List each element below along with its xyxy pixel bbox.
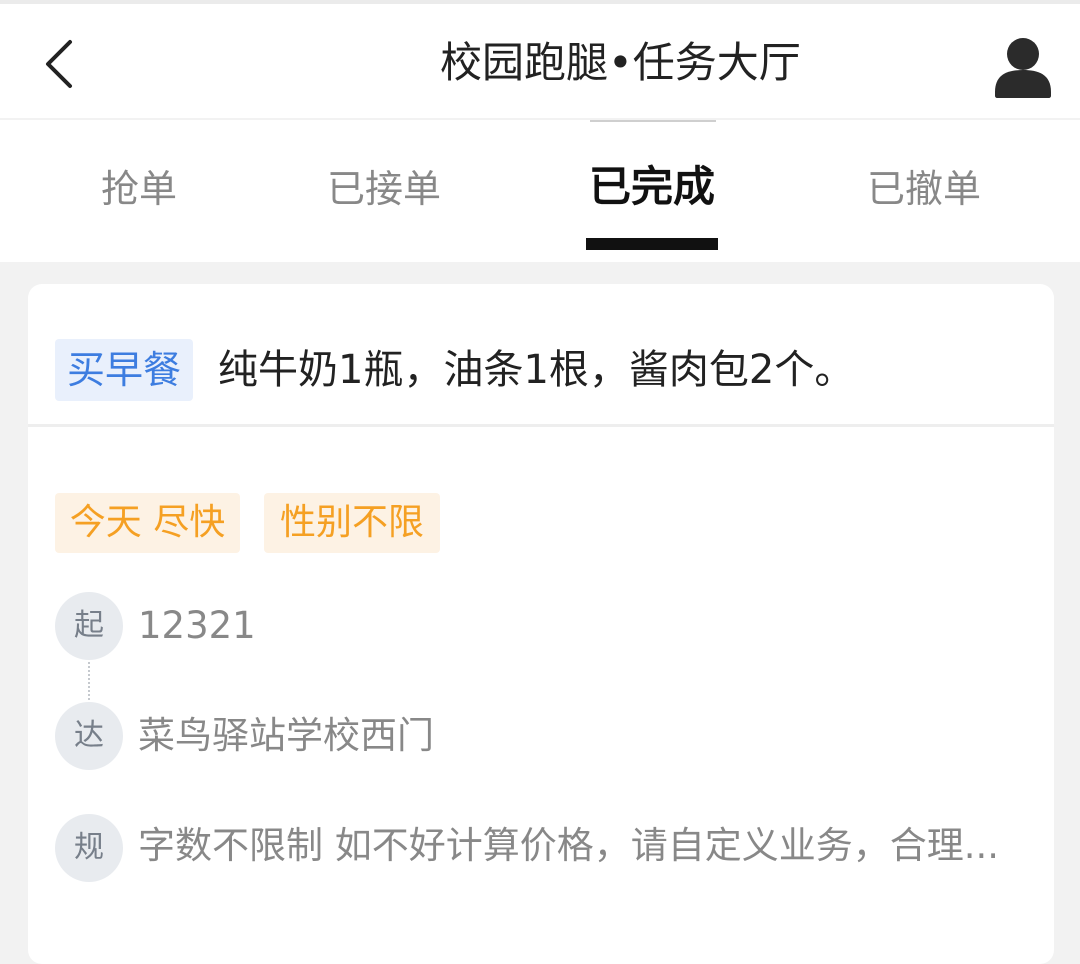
app-header: 校园跑腿•任务大厅 [0,4,1080,118]
tab-label: 已完成 [588,162,715,211]
user-avatar-icon [995,38,1051,98]
destination-location: 菜鸟驿站学校西门 [138,714,434,757]
gender-badge: 性别不限 [264,493,440,553]
start-marker: 起 [55,592,123,660]
active-tab-indicator [586,238,718,250]
rule-text: 字数不限制 如不好计算价格，请自定义业务，合理... [138,824,1000,867]
page-title: 校园跑腿•任务大厅 [440,38,801,87]
tab-accepted[interactable]: 已接单 [310,120,458,262]
task-card[interactable]: 买早餐 纯牛奶1瓶，油条1根，酱肉包2个。 今天 尽快 性别不限 起 12321… [28,284,1054,964]
chevron-left-icon [46,40,72,88]
task-description: 纯牛奶1瓶，油条1根，酱肉包2个。 [218,347,855,393]
start-location: 12321 [138,604,256,647]
tab-cancelled[interactable]: 已撤单 [850,120,998,262]
user-profile-button[interactable] [990,34,1056,100]
tab-bar: 抢单 已接单 已完成 已撤单 [0,120,1080,262]
tab-grab-order[interactable]: 抢单 [78,120,200,262]
task-card-header: 买早餐 纯牛奶1瓶，油条1根，酱肉包2个。 [28,284,1054,427]
rule-marker: 规 [55,814,123,882]
tab-label: 已撤单 [866,167,981,211]
route-connector [88,662,90,700]
tab-label: 抢单 [100,167,177,211]
time-badge: 今天 尽快 [55,493,240,553]
tab-label: 已接单 [326,167,441,211]
category-tag: 买早餐 [55,339,193,401]
destination-marker: 达 [55,702,123,770]
back-button[interactable] [36,34,84,94]
tab-completed[interactable]: 已完成 [586,120,718,262]
